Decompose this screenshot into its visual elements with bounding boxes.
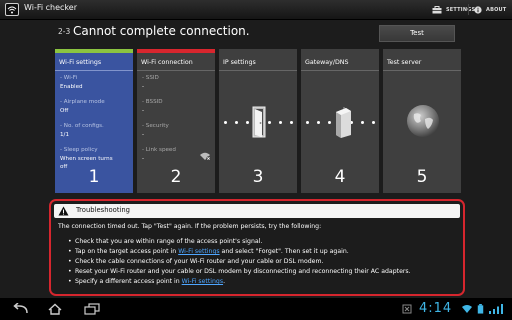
step-number-5: 5: [416, 167, 428, 187]
action-bar: Wi-Fi checker SETTINGS ABOUT: [0, 0, 512, 20]
signal-bars-icon: [489, 304, 503, 314]
troubleshooting-intro: The connection timed out. Tap "Test" aga…: [58, 223, 322, 230]
list-item: • Specify a different access point in Wi-…: [68, 278, 226, 285]
troubleshooting-header: Troubleshooting: [54, 204, 460, 218]
card-title: Gateway/DNS: [305, 59, 349, 66]
list-item: • Check that you are within range of the …: [68, 238, 263, 245]
door-icon: [252, 106, 266, 138]
card-title: IP settings: [223, 59, 256, 66]
troubleshooting-list: • Check that you are within range of the …: [68, 237, 411, 287]
field-label-airplane-mode: - Airplane mode: [60, 99, 105, 105]
list-item: • Reset your Wi-Fi router and your cable …: [68, 268, 411, 275]
wifi-settings-link[interactable]: Wi-Fi settings: [182, 278, 223, 285]
battery-icon: [477, 304, 484, 314]
field-label-ssid: - SSID: [142, 75, 159, 81]
field-label-bssid: - BSSID: [142, 99, 163, 105]
step-number-2: 2: [170, 167, 182, 187]
page-title: Cannot complete connection.: [73, 24, 250, 38]
field-value-security: -: [142, 132, 145, 138]
troubleshooting-title: Troubleshooting: [76, 206, 130, 214]
toolbox-icon: [432, 5, 442, 13]
step-number: 2-3: [58, 27, 71, 36]
field-value-wifi: Enabled: [60, 84, 83, 90]
step-number-1: 1: [88, 167, 100, 187]
recent-apps-icon[interactable]: [84, 303, 100, 315]
field-label-link-speed: - Link speed: [142, 147, 176, 153]
about-button[interactable]: ABOUT: [474, 2, 506, 17]
field-value-configs: 1/1: [60, 132, 70, 138]
status-bar-error: [137, 49, 215, 53]
back-icon[interactable]: [11, 303, 29, 315]
globe-icon: [407, 105, 439, 137]
wifi-signal-icon: [462, 305, 472, 313]
wifi-error-icon: [200, 152, 211, 161]
card-title: Wi-Fi connection: [141, 59, 193, 66]
card-divider: [301, 70, 379, 71]
card-divider: [383, 70, 461, 71]
status-bar-ok: [55, 49, 133, 53]
settings-label: SETTINGS: [446, 6, 476, 13]
list-item: • Tap on the target access point in Wi-Fi…: [68, 248, 349, 255]
troubleshooting-panel: Troubleshooting The connection timed out…: [49, 199, 465, 296]
about-label: ABOUT: [486, 6, 507, 13]
notification-icon[interactable]: [402, 304, 412, 314]
step-number-4: 4: [334, 167, 346, 187]
field-value-sleep-policy: When screen turns: [60, 156, 113, 162]
field-label-security: - Security: [142, 123, 169, 129]
step-card-wifi-connection[interactable]: Wi-Fi connection - SSID - - BSSID - - Se…: [137, 49, 215, 193]
list-item: • Check the cable connections of your Wi-…: [68, 258, 324, 265]
step-number-3: 3: [252, 167, 264, 187]
action-separator: [468, 4, 469, 15]
info-icon: [474, 5, 482, 14]
field-value-ssid: -: [142, 84, 145, 90]
field-label-configs: - No. of configs.: [60, 123, 104, 129]
test-button[interactable]: Test: [379, 25, 455, 42]
field-label-wifi: - Wi-Fi: [60, 75, 78, 81]
field-value-link-speed: -: [142, 156, 145, 162]
field-label-sleep-policy: - Sleep policy: [60, 147, 98, 153]
card-title: Test server: [387, 59, 422, 66]
step-card-wifi-settings[interactable]: Wi-Fi settings - Wi-Fi Enabled - Airplan…: [55, 49, 133, 193]
wifi-settings-link[interactable]: Wi-Fi settings: [178, 248, 219, 255]
home-icon[interactable]: [47, 303, 63, 315]
field-value-bssid: -: [142, 108, 145, 114]
field-value-airplane-mode: Off: [60, 108, 69, 114]
card-divider: [219, 70, 297, 71]
card-divider: [137, 70, 215, 71]
system-bar: 4:14: [0, 298, 512, 320]
card-title: Wi-Fi settings: [59, 59, 102, 66]
warning-icon: [58, 206, 69, 216]
app-icon: [5, 3, 19, 16]
card-divider: [55, 70, 133, 71]
router-icon: [336, 107, 351, 138]
app-title: Wi-Fi checker: [24, 3, 77, 12]
clock: 4:14: [419, 301, 453, 316]
